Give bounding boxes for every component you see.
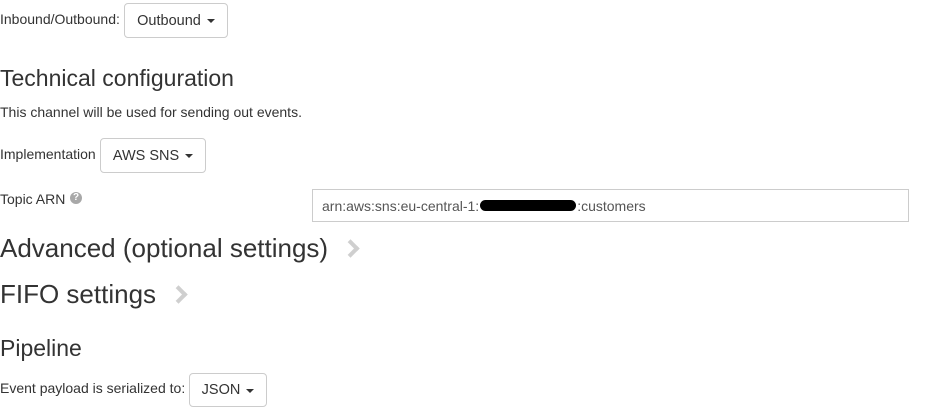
chevron-right-icon xyxy=(341,239,360,258)
pipeline-heading: Pipeline xyxy=(0,335,82,361)
topic-arn-prefix: arn:aws:sns:eu-central-1: xyxy=(322,197,480,214)
fifo-section-toggle[interactable]: FIFO settings xyxy=(0,279,188,310)
topic-arn-input[interactable]: arn:aws:sns:eu-central-1: :customers xyxy=(312,189,909,222)
question-circle-icon[interactable]: ? xyxy=(70,192,82,204)
caret-down-icon xyxy=(246,388,255,393)
redacted-account-id xyxy=(480,200,577,211)
implementation-dropdown-value: AWS SNS xyxy=(112,147,180,164)
caret-down-icon xyxy=(185,154,194,158)
direction-label: Inbound/Outbound: xyxy=(0,11,120,27)
chevron-right-icon xyxy=(169,285,188,304)
implementation-label: Implementation xyxy=(0,146,96,162)
caret-down-icon xyxy=(206,19,215,23)
serialize-label: Event payload is serialized to: xyxy=(0,380,186,396)
fifo-heading: FIFO settings xyxy=(0,279,157,309)
serialization-dropdown[interactable]: JSON xyxy=(189,373,267,407)
direction-dropdown-value: Outbound xyxy=(137,12,201,29)
direction-dropdown[interactable]: Outbound xyxy=(124,3,228,38)
implementation-dropdown[interactable]: AWS SNS xyxy=(100,138,206,173)
topic-arn-label: Topic ARN xyxy=(0,191,66,207)
advanced-heading: Advanced (optional settings) xyxy=(0,233,329,263)
channel-config-form: Inbound/Outbound: Outbound Technical con… xyxy=(0,0,937,419)
serialization-dropdown-value: JSON xyxy=(201,382,241,398)
topic-arn-suffix: :customers xyxy=(577,197,646,214)
technical-config-description: This channel will be used for sending ou… xyxy=(0,104,302,120)
advanced-section-toggle[interactable]: Advanced (optional settings) xyxy=(0,233,360,264)
technical-config-heading: Technical configuration xyxy=(0,65,234,91)
